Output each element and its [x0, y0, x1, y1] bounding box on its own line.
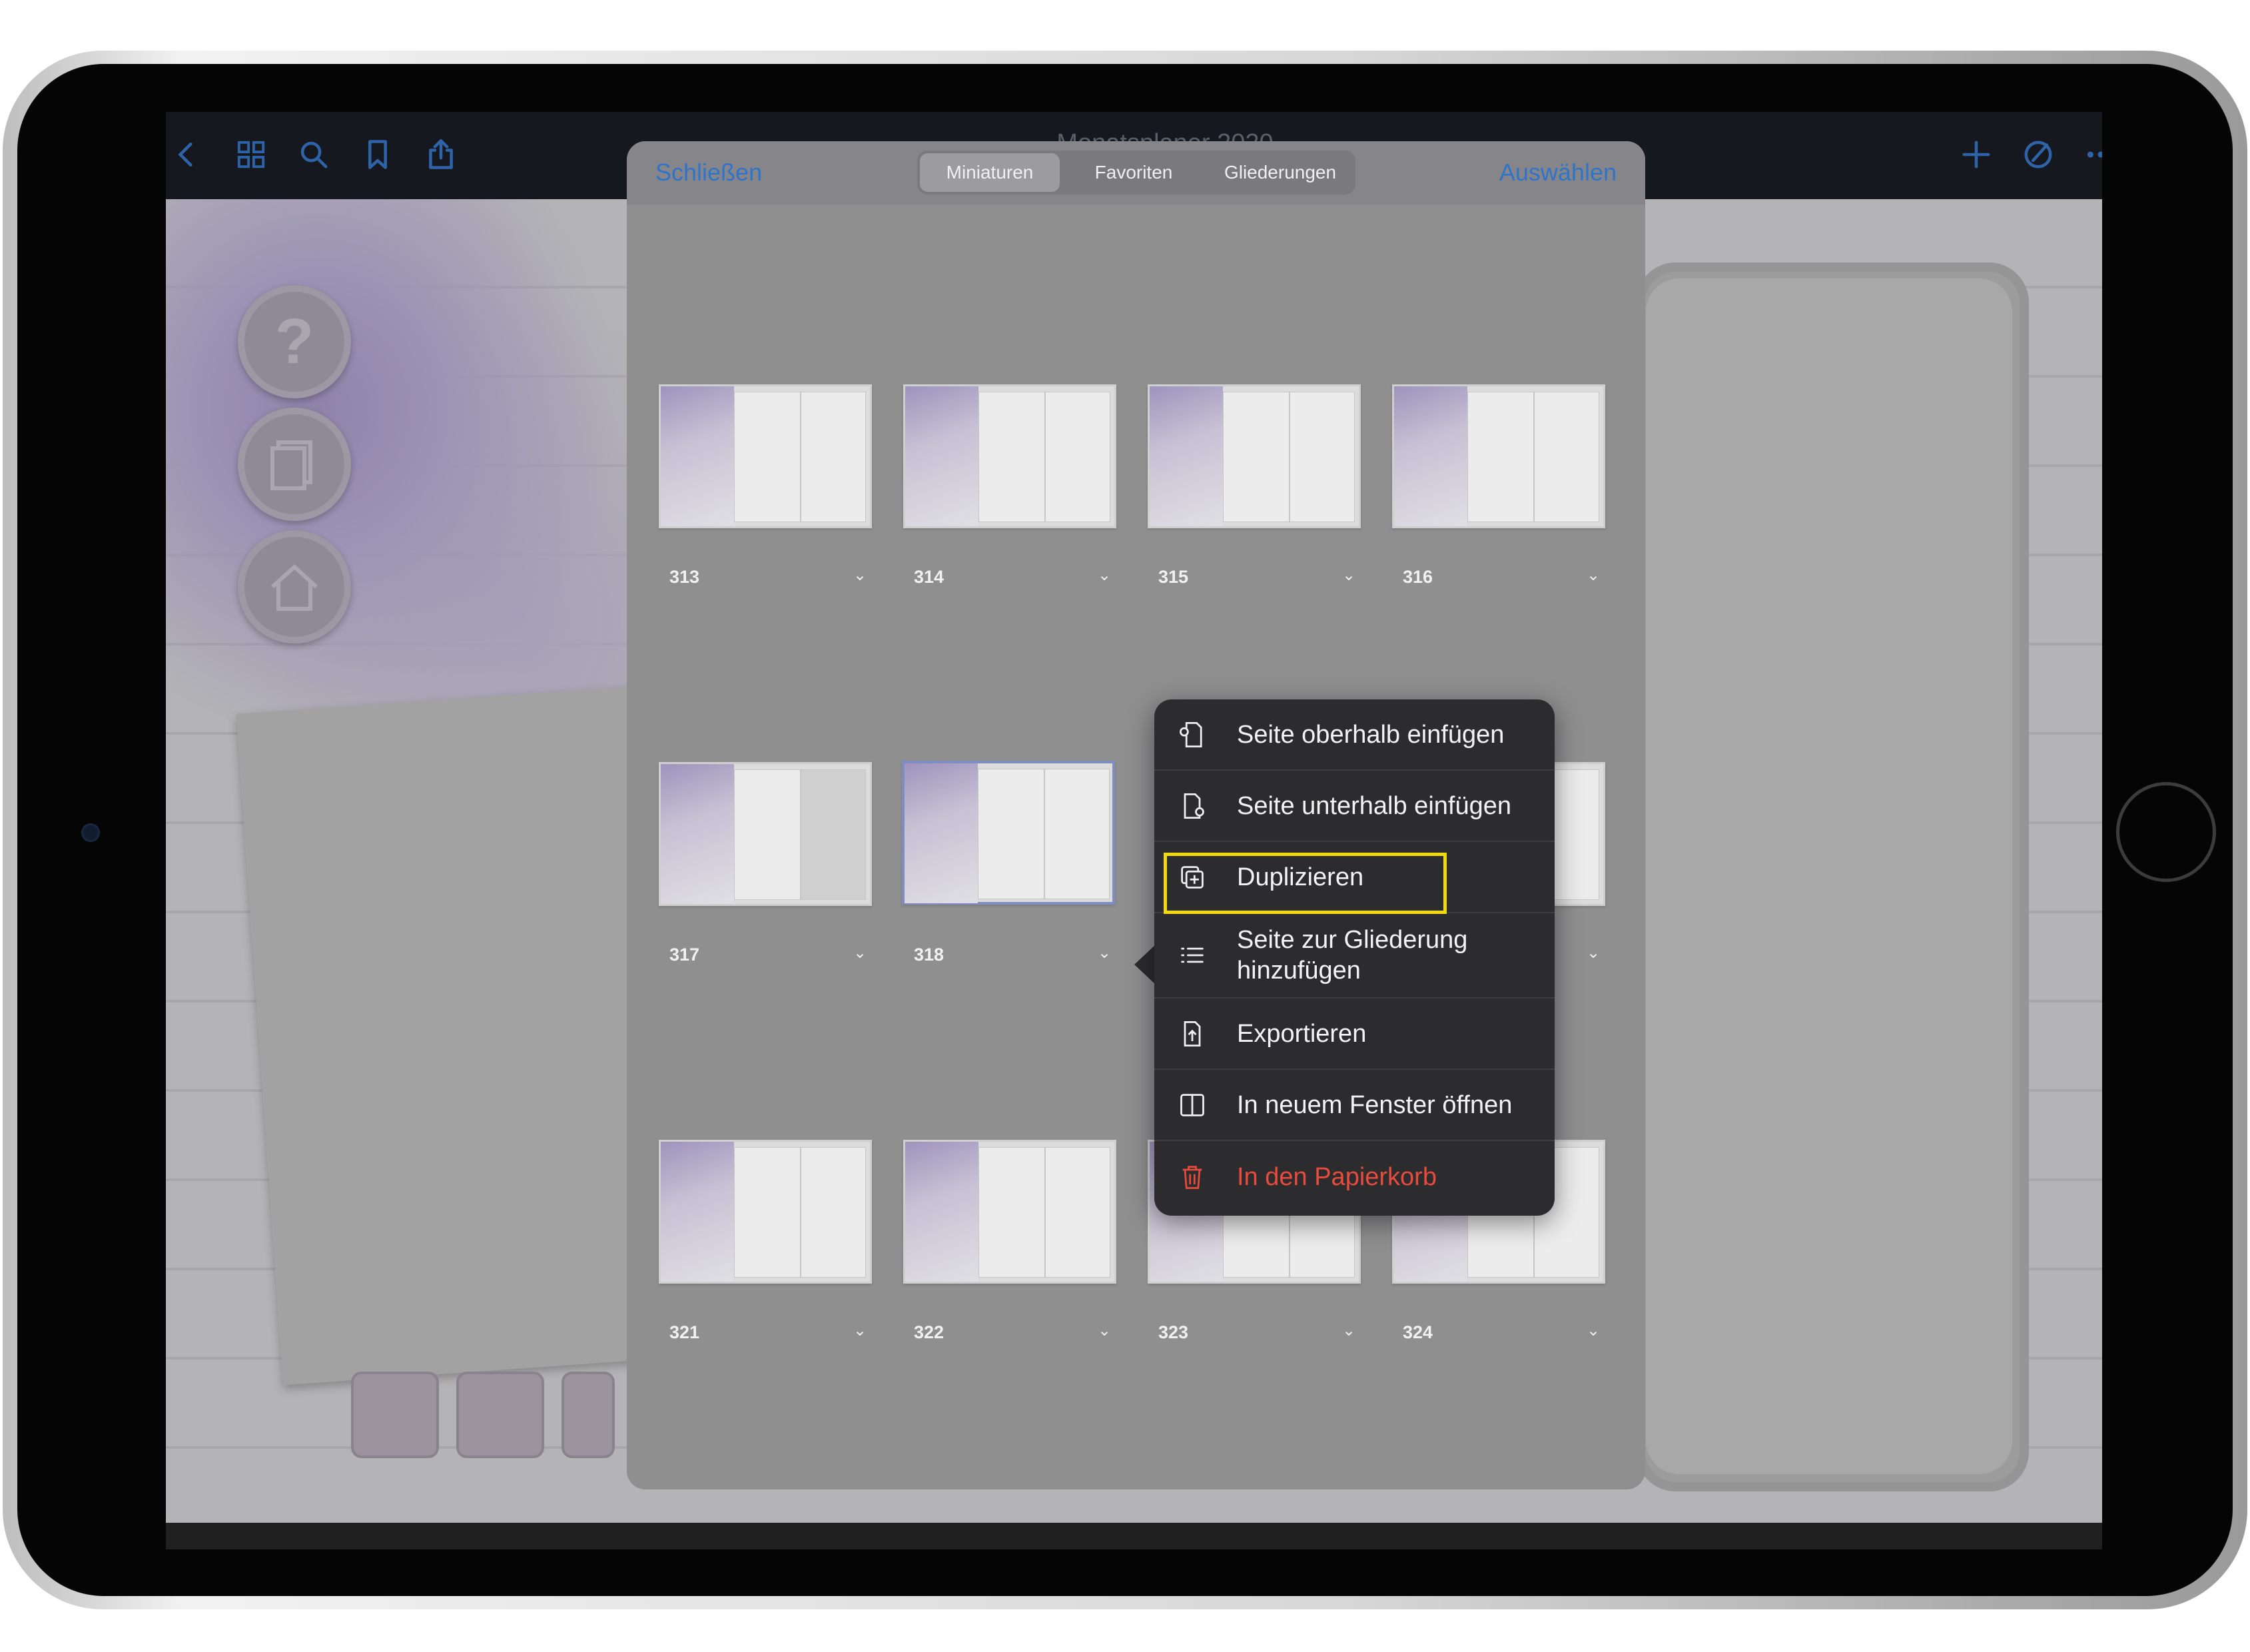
page-thumbnail[interactable]: [903, 1140, 1116, 1284]
page-number: 323: [1158, 1322, 1189, 1342]
page-thumbnail[interactable]: [659, 1140, 872, 1284]
menu-item-label: Seite unterhalb einfügen: [1237, 791, 1511, 820]
square-grid-tile[interactable]: [456, 1372, 544, 1458]
export-icon: [1174, 1016, 1210, 1052]
trash-icon: [1174, 1159, 1210, 1195]
menu-item-label: In den Papierkorb: [1237, 1162, 1437, 1191]
help-icon[interactable]: ?: [238, 285, 351, 398]
split-window-icon: [1174, 1087, 1210, 1123]
chevron-down-icon[interactable]: ⌄: [1098, 943, 1111, 963]
page-number: 321: [669, 1322, 700, 1342]
home-icon[interactable]: [238, 530, 351, 643]
menu-item-insert-below[interactable]: Seite unterhalb einfügen: [1154, 771, 1555, 842]
menu-item-new-window[interactable]: In neuem Fenster öffnen: [1154, 1070, 1555, 1141]
chevron-down-icon[interactable]: ⌄: [1342, 1321, 1355, 1340]
page-number: 315: [1158, 567, 1189, 587]
share-icon[interactable]: [420, 133, 462, 176]
close-button[interactable]: Schließen: [655, 159, 762, 187]
chevron-down-icon[interactable]: ⌄: [853, 943, 867, 963]
dot-grid-tile[interactable]: [351, 1372, 439, 1458]
page-number: 314: [914, 567, 944, 587]
insert-page-below-icon: [1174, 788, 1210, 824]
pages-icon[interactable]: [238, 408, 351, 521]
menu-item-insert-above[interactable]: Seite oberhalb einfügen: [1154, 699, 1555, 771]
panel-header: Schließen Miniaturen Favoriten Gliederun…: [627, 141, 1645, 205]
select-button[interactable]: Auswählen: [1499, 159, 1617, 187]
menu-pointer: [1134, 945, 1156, 985]
outline-list-icon: [1174, 937, 1210, 973]
page-thumbnail[interactable]: [659, 384, 872, 528]
page-thumbnail-selected[interactable]: [902, 761, 1115, 905]
page-number: 313: [669, 567, 700, 587]
chevron-down-icon[interactable]: ⌄: [853, 566, 867, 585]
page-thumbnail[interactable]: [1392, 384, 1605, 528]
chevron-down-icon[interactable]: ⌄: [1098, 1321, 1111, 1340]
context-menu: Seite oberhalb einfügen Seite unterhalb …: [1154, 699, 1555, 1216]
menu-item-label: Exportieren: [1237, 1019, 1367, 1048]
front-camera: [81, 823, 100, 842]
plus-icon[interactable]: [1955, 133, 1998, 176]
home-button[interactable]: [2116, 782, 2216, 882]
page-thumbnail[interactable]: [1148, 384, 1361, 528]
page-number: 318: [914, 945, 944, 965]
menu-item-export[interactable]: Exportieren: [1154, 999, 1555, 1070]
menu-item-trash[interactable]: In den Papierkorb: [1154, 1141, 1555, 1212]
more-icon[interactable]: [2079, 133, 2102, 176]
pen-icon[interactable]: [2017, 133, 2060, 176]
grid-icon[interactable]: [230, 133, 272, 176]
page-thumbnail[interactable]: [659, 762, 872, 906]
tab-favoriten[interactable]: Favoriten: [1060, 153, 1208, 192]
chevron-down-icon[interactable]: ⌄: [853, 1321, 867, 1340]
page-number: 317: [669, 945, 700, 965]
chevron-down-icon[interactable]: ⌄: [1587, 566, 1600, 585]
lined-tile[interactable]: [562, 1372, 615, 1458]
menu-item-label: In neuem Fenster öffnen: [1237, 1090, 1513, 1119]
search-icon[interactable]: [292, 133, 335, 176]
duplicate-highlight-frame: [1164, 853, 1447, 914]
tab-gliederungen[interactable]: Gliederungen: [1208, 153, 1353, 192]
page-number: 324: [1403, 1322, 1433, 1342]
back-icon[interactable]: [166, 133, 208, 176]
chevron-down-icon[interactable]: ⌄: [1342, 566, 1355, 585]
bookmark-icon[interactable]: [356, 133, 399, 176]
tab-miniaturen[interactable]: Miniaturen: [920, 153, 1060, 192]
chevron-down-icon[interactable]: ⌄: [1587, 943, 1600, 963]
menu-item-add-to-outline[interactable]: Seite zur Gliederung hinzufügen: [1154, 913, 1555, 999]
page-number: 316: [1403, 567, 1433, 587]
view-segmented-control: Miniaturen Favoriten Gliederungen: [917, 151, 1355, 195]
screen: ? Monatsplaner 2020: [166, 112, 2102, 1549]
insert-page-above-icon: [1174, 717, 1210, 753]
page-thumbnail[interactable]: [903, 384, 1116, 528]
bottom-strip: [166, 1523, 2102, 1549]
chevron-down-icon[interactable]: ⌄: [1098, 566, 1111, 585]
notebook-page-inner: [1646, 278, 2012, 1474]
menu-item-label: Seite oberhalb einfügen: [1237, 720, 1505, 749]
page-number: 322: [914, 1322, 944, 1342]
menu-item-label: Seite zur Gliederung hinzufügen: [1237, 926, 1468, 985]
chevron-down-icon[interactable]: ⌄: [1587, 1321, 1600, 1340]
